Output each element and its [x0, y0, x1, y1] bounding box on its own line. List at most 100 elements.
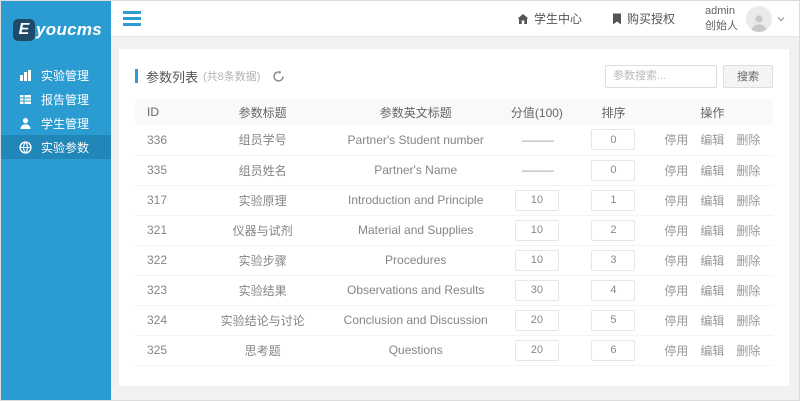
cell-operations: 停用编辑删除 — [652, 335, 773, 365]
buy-license-label: 购买授权 — [627, 10, 675, 27]
cell-title: 实验结论与讨论 — [192, 305, 332, 335]
table-row: 325思考题Questions停用编辑删除 — [135, 335, 773, 365]
buy-license-link[interactable]: 购买授权 — [612, 10, 675, 27]
delete-action-link[interactable]: 删除 — [736, 254, 760, 268]
sidebar-item-experiment-params[interactable]: 实验参数 — [1, 135, 111, 159]
cell-id: 324 — [135, 305, 192, 335]
student-center-label: 学生中心 — [534, 10, 582, 27]
cell-operations: 停用编辑删除 — [652, 215, 773, 245]
cell-score: ——— — [499, 155, 576, 185]
sidebar-item-student-management[interactable]: 学生管理 — [1, 111, 111, 135]
user-name: admin — [705, 4, 738, 18]
score-input[interactable] — [515, 220, 559, 241]
score-input[interactable] — [515, 310, 559, 331]
disable-action-link[interactable]: 停用 — [664, 133, 688, 147]
avatar-person-icon — [749, 12, 769, 32]
hamburger-menu-icon[interactable] — [121, 4, 143, 33]
cell-operations: 停用编辑删除 — [652, 155, 773, 185]
cell-title-en: Conclusion and Discussion — [333, 305, 499, 335]
disable-action-link[interactable]: 停用 — [664, 314, 688, 328]
cell-score — [499, 275, 576, 305]
edit-action-link[interactable]: 编辑 — [700, 194, 724, 208]
score-dash: ——— — [522, 163, 552, 177]
brand-logo[interactable]: E youcms — [1, 1, 111, 53]
cell-score — [499, 215, 576, 245]
cell-operations: 停用编辑删除 — [652, 245, 773, 275]
cell-sort — [575, 245, 652, 275]
sort-input[interactable] — [591, 250, 635, 271]
disable-action-link[interactable]: 停用 — [664, 194, 688, 208]
disable-action-link[interactable]: 停用 — [664, 164, 688, 178]
user-role: 创始人 — [705, 19, 738, 33]
card-title: 参数列表 — [146, 67, 198, 86]
search-input[interactable] — [605, 65, 717, 88]
params-icon — [19, 141, 32, 154]
logo-text: youcms — [36, 20, 102, 40]
student-center-link[interactable]: 学生中心 — [517, 10, 582, 27]
sidebar-item-experiment-management[interactable]: 实验管理 — [1, 63, 111, 87]
disable-action-link[interactable]: 停用 — [664, 224, 688, 238]
sidebar-item-report-management[interactable]: 报告管理 — [1, 87, 111, 111]
edit-action-link[interactable]: 编辑 — [700, 164, 724, 178]
edit-action-link[interactable]: 编辑 — [700, 284, 724, 298]
sort-input[interactable] — [591, 340, 635, 361]
cell-sort — [575, 275, 652, 305]
disable-action-link[interactable]: 停用 — [664, 254, 688, 268]
chevron-down-icon[interactable] — [777, 16, 785, 22]
cell-score — [499, 335, 576, 365]
refresh-icon[interactable] — [272, 70, 285, 83]
cell-title-en: Observations and Results — [333, 275, 499, 305]
cell-sort — [575, 305, 652, 335]
param-list-card: 参数列表 (共8条数据) 搜索 — [119, 49, 789, 386]
sort-input[interactable] — [591, 280, 635, 301]
cell-id: 336 — [135, 125, 192, 155]
disable-action-link[interactable]: 停用 — [664, 284, 688, 298]
cell-id: 321 — [135, 215, 192, 245]
avatar[interactable] — [746, 6, 772, 32]
delete-action-link[interactable]: 删除 — [736, 164, 760, 178]
delete-action-link[interactable]: 删除 — [736, 314, 760, 328]
col-header-sort: 排序 — [575, 99, 652, 125]
edit-action-link[interactable]: 编辑 — [700, 224, 724, 238]
edit-action-link[interactable]: 编辑 — [700, 344, 724, 358]
delete-action-link[interactable]: 删除 — [736, 224, 760, 238]
cell-id: 317 — [135, 185, 192, 215]
table-header: ID 参数标题 参数英文标题 分值(100) 排序 操作 — [135, 99, 773, 125]
cell-sort — [575, 215, 652, 245]
cell-title: 实验步骤 — [192, 245, 332, 275]
delete-action-link[interactable]: 删除 — [736, 344, 760, 358]
delete-action-link[interactable]: 删除 — [736, 194, 760, 208]
sort-input[interactable] — [591, 190, 635, 211]
sort-input[interactable] — [591, 220, 635, 241]
sidebar-item-label: 学生管理 — [41, 115, 89, 132]
score-input[interactable] — [515, 280, 559, 301]
cell-title-en: Material and Supplies — [333, 215, 499, 245]
score-input[interactable] — [515, 190, 559, 211]
sort-input[interactable] — [591, 129, 635, 150]
sort-input[interactable] — [591, 160, 635, 181]
user-info[interactable]: admin 创始人 — [705, 4, 738, 33]
cell-operations: 停用编辑删除 — [652, 125, 773, 155]
param-table: ID 参数标题 参数英文标题 分值(100) 排序 操作 336组员学号Part… — [135, 99, 773, 366]
cell-id: 335 — [135, 155, 192, 185]
edit-action-link[interactable]: 编辑 — [700, 133, 724, 147]
table-row: 324实验结论与讨论Conclusion and Discussion 停用编辑删… — [135, 305, 773, 335]
score-input[interactable] — [515, 250, 559, 271]
delete-action-link[interactable]: 删除 — [736, 284, 760, 298]
score-input[interactable] — [515, 340, 559, 361]
edit-action-link[interactable]: 编辑 — [700, 314, 724, 328]
search-button[interactable]: 搜索 — [723, 65, 773, 88]
cell-title-en: Introduction and Principle — [333, 185, 499, 215]
main-area: 学生中心 购买授权 admin 创始人 — [111, 1, 799, 400]
sidebar-item-label: 实验管理 — [41, 67, 89, 84]
disable-action-link[interactable]: 停用 — [664, 344, 688, 358]
col-header-title: 参数标题 — [192, 99, 332, 125]
bookmark-icon — [612, 13, 627, 25]
edit-action-link[interactable]: 编辑 — [700, 254, 724, 268]
delete-action-link[interactable]: 删除 — [736, 133, 760, 147]
table-row: 317实验原理Introduction and Principle停用编辑删除 — [135, 185, 773, 215]
sidebar-item-label: 实验参数 — [41, 139, 89, 156]
cell-operations: 停用编辑删除 — [652, 185, 773, 215]
sort-input[interactable] — [591, 310, 635, 331]
card-title-wrap: 参数列表 (共8条数据) — [135, 67, 285, 86]
